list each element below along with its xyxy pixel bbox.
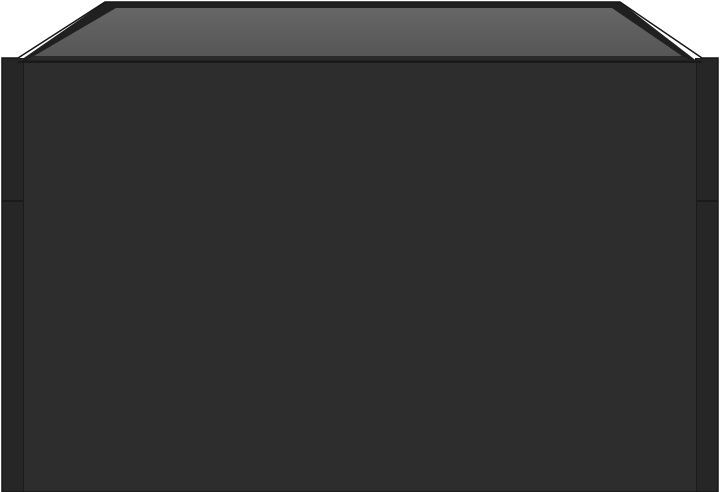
product-photo-scene bbox=[0, 0, 720, 492]
glass-top-panel bbox=[34, 8, 682, 56]
black-cabinet-illustration bbox=[1, 1, 719, 492]
right-side-panel bbox=[696, 58, 718, 492]
left-side-panel bbox=[2, 58, 24, 492]
top-frame-lip bbox=[26, 56, 690, 60]
front-body-panel bbox=[24, 62, 696, 492]
